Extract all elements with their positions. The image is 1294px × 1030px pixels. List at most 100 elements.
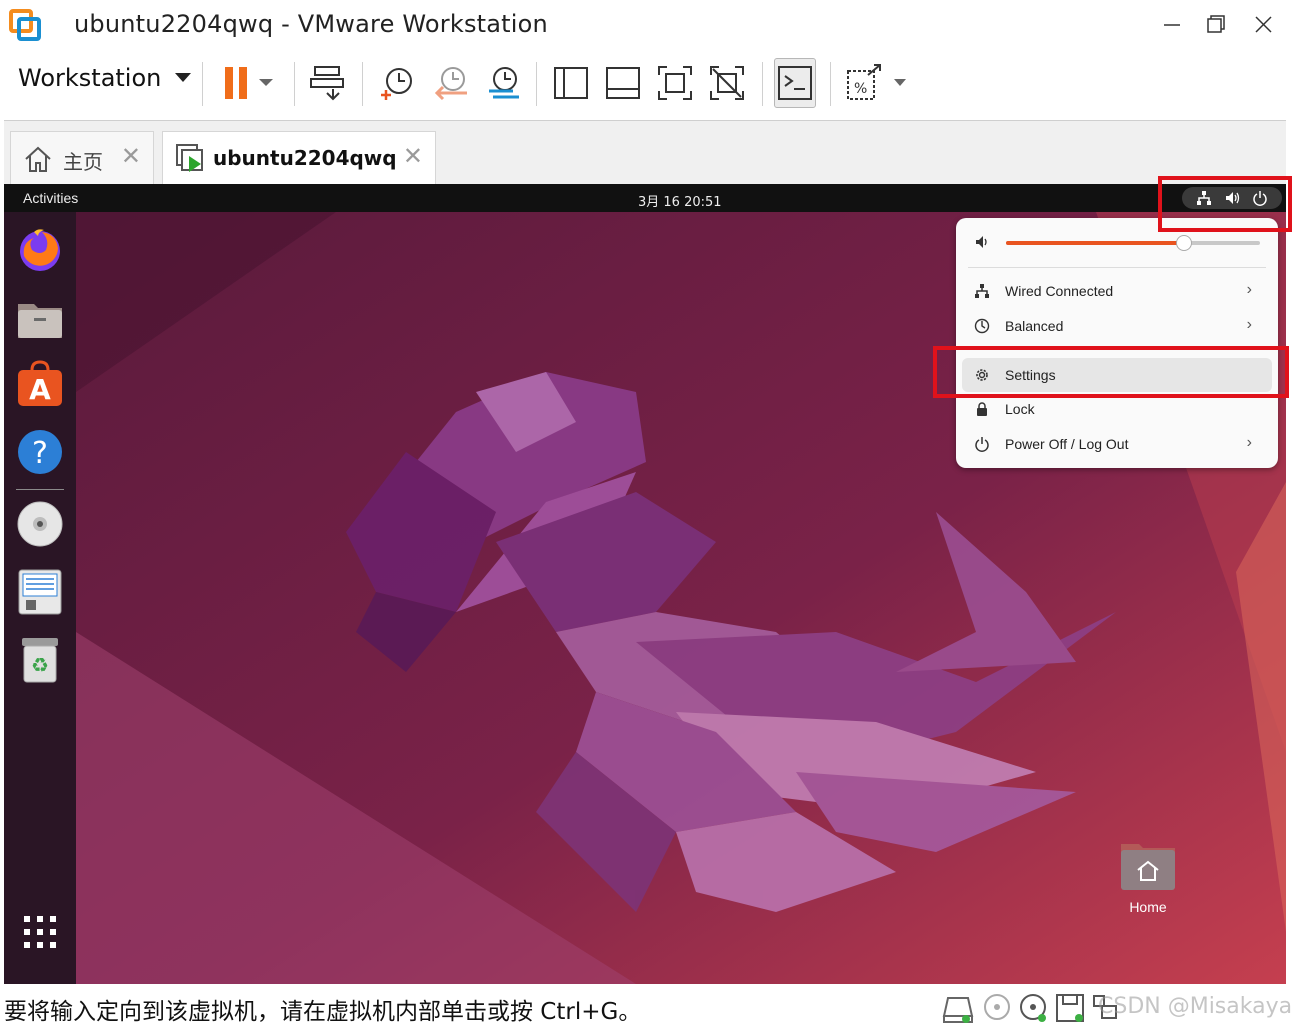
unity-icon	[710, 66, 744, 100]
console-view-button[interactable]	[774, 58, 816, 108]
trash-icon: ♻	[22, 638, 58, 683]
dropdown-arrow-icon	[175, 73, 192, 82]
menu-item-label: Balanced	[1005, 318, 1064, 334]
tab-bar: 主页 ✕ ubuntu2204qwq ✕	[4, 120, 1286, 185]
svg-text:%: %	[854, 81, 867, 97]
pause-button[interactable]	[214, 58, 280, 108]
software-center-icon: A	[18, 360, 62, 406]
pause-icon	[225, 67, 273, 99]
svg-text:?: ?	[32, 436, 48, 471]
send-keys-icon	[310, 66, 344, 101]
unity-button[interactable]	[704, 58, 750, 108]
title-bar: ubuntu2204qwq - VMware Workstation	[0, 0, 1294, 50]
vm-display[interactable]: Activities 3月 16 20:51 A ? ♻ Home Wired …	[4, 184, 1286, 984]
volume-icon	[976, 236, 987, 248]
fullscreen-icon	[658, 66, 692, 100]
tab-home[interactable]: 主页 ✕	[10, 131, 154, 185]
take-snapshot-button[interactable]	[374, 58, 420, 108]
hard-disk-icon[interactable]	[942, 992, 974, 1024]
close-button[interactable]	[1244, 8, 1284, 42]
cd-drive-icon[interactable]	[982, 992, 1014, 1024]
tab-ubuntu2204qwq[interactable]: ubuntu2204qwq ✕	[162, 131, 436, 185]
status-message: 要将输入定向到该虚拟机，请在虚拟机内部单击或按 Ctrl+G。	[4, 999, 642, 1025]
menu-item-label: Wired Connected	[1005, 283, 1114, 299]
vm-running-icon	[176, 144, 203, 172]
power-icon	[975, 437, 989, 452]
dock-text-editor[interactable]	[16, 568, 64, 616]
snapshot-add-icon	[381, 68, 412, 100]
dock-separator	[16, 489, 64, 490]
home-icon	[25, 146, 51, 172]
dock-files[interactable]	[16, 294, 64, 342]
menu-item-label: Power Off / Log Out	[1005, 436, 1129, 452]
desktop-home-label: Home	[1129, 899, 1167, 915]
toolbar-separator	[762, 62, 763, 106]
svg-text:A: A	[29, 373, 51, 406]
toolbar-separator	[362, 62, 363, 106]
dock-software[interactable]: A	[16, 360, 64, 408]
menu-separator	[968, 267, 1266, 268]
show-thumbnail-button[interactable]	[600, 58, 646, 108]
dock-firefox[interactable]	[16, 226, 64, 274]
cd-drive-active-icon[interactable]	[1018, 992, 1050, 1024]
lock-icon	[977, 402, 987, 416]
restore-button[interactable]	[1196, 8, 1236, 42]
tab-home-label: 主页	[63, 150, 103, 174]
snapshot-manager-icon	[489, 67, 519, 99]
volume-slider[interactable]	[972, 234, 1264, 252]
floppy-icon[interactable]	[1054, 992, 1086, 1024]
revert-snapshot-button[interactable]	[428, 58, 474, 108]
menu-item-power-off[interactable]: Power Off / Log Out ›	[962, 429, 1272, 459]
volume-slider-fill	[1006, 241, 1184, 245]
volume-slider-track[interactable]	[1006, 235, 1260, 251]
gnome-top-bar: Activities 3月 16 20:51	[4, 184, 1286, 212]
chevron-right-icon: ›	[1246, 316, 1252, 333]
chevron-right-icon: ›	[1246, 434, 1252, 451]
toolbar: Workstation %	[0, 50, 1294, 116]
show-library-button[interactable]	[548, 58, 594, 108]
annotation-highlight-tray	[1158, 176, 1292, 232]
chevron-right-icon: ›	[1246, 281, 1252, 298]
dock-dvd[interactable]	[16, 500, 64, 548]
svg-text:♻: ♻	[31, 653, 49, 677]
minimize-button[interactable]	[1152, 8, 1192, 42]
annotation-highlight-settings	[933, 346, 1289, 398]
menu-item-lock[interactable]: Lock	[962, 394, 1272, 424]
firefox-icon	[20, 229, 60, 271]
home-folder-icon	[1121, 844, 1175, 890]
tab-vm-label: ubuntu2204qwq	[213, 146, 397, 170]
help-icon: ?	[18, 430, 62, 474]
power-profile-icon	[974, 318, 990, 334]
activities-button[interactable]: Activities	[23, 190, 78, 206]
console-icon	[778, 66, 812, 100]
close-icon	[1255, 16, 1272, 33]
restore-icon	[1207, 15, 1225, 33]
toolbar-separator	[536, 62, 537, 106]
tab-home-close-icon[interactable]: ✕	[121, 142, 141, 171]
window-title: ubuntu2204qwq - VMware Workstation	[74, 10, 548, 38]
dvd-icon	[17, 501, 63, 547]
workstation-menu[interactable]: Workstation	[18, 64, 192, 92]
desktop-home-folder[interactable]: Home	[1112, 838, 1184, 915]
tab-vm-close-icon[interactable]: ✕	[403, 142, 423, 171]
dock-help[interactable]: ?	[16, 428, 64, 476]
menu-item-balanced[interactable]: Balanced ›	[962, 311, 1272, 341]
dock-trash[interactable]: ♻	[16, 636, 64, 684]
watermark: CSDN @Misakaya	[1098, 994, 1293, 1019]
ubuntu-dock: A ? ♻	[4, 212, 76, 984]
send-ctrl-alt-del-button[interactable]	[306, 58, 352, 108]
volume-slider-knob[interactable]	[1175, 235, 1192, 251]
stretch-icon: %	[847, 64, 906, 100]
library-view-icon	[554, 67, 588, 99]
full-screen-button[interactable]	[652, 58, 698, 108]
system-menu: Wired Connected › Balanced › Settings Lo…	[956, 218, 1278, 468]
dock-show-apps[interactable]	[22, 914, 58, 950]
clock[interactable]: 3月 16 20:51	[638, 191, 722, 210]
snapshot-revert-icon	[434, 67, 467, 101]
status-bar: 要将输入定向到该虚拟机，请在虚拟机内部单击或按 Ctrl+G。 CSDN @Mi…	[0, 986, 1294, 1030]
menu-item-wired-connected[interactable]: Wired Connected ›	[962, 276, 1272, 306]
text-editor-icon	[18, 569, 62, 615]
snapshot-manager-button[interactable]	[480, 58, 526, 108]
menu-item-label: Lock	[1005, 401, 1035, 417]
stretch-guest-button[interactable]: %	[842, 58, 910, 108]
